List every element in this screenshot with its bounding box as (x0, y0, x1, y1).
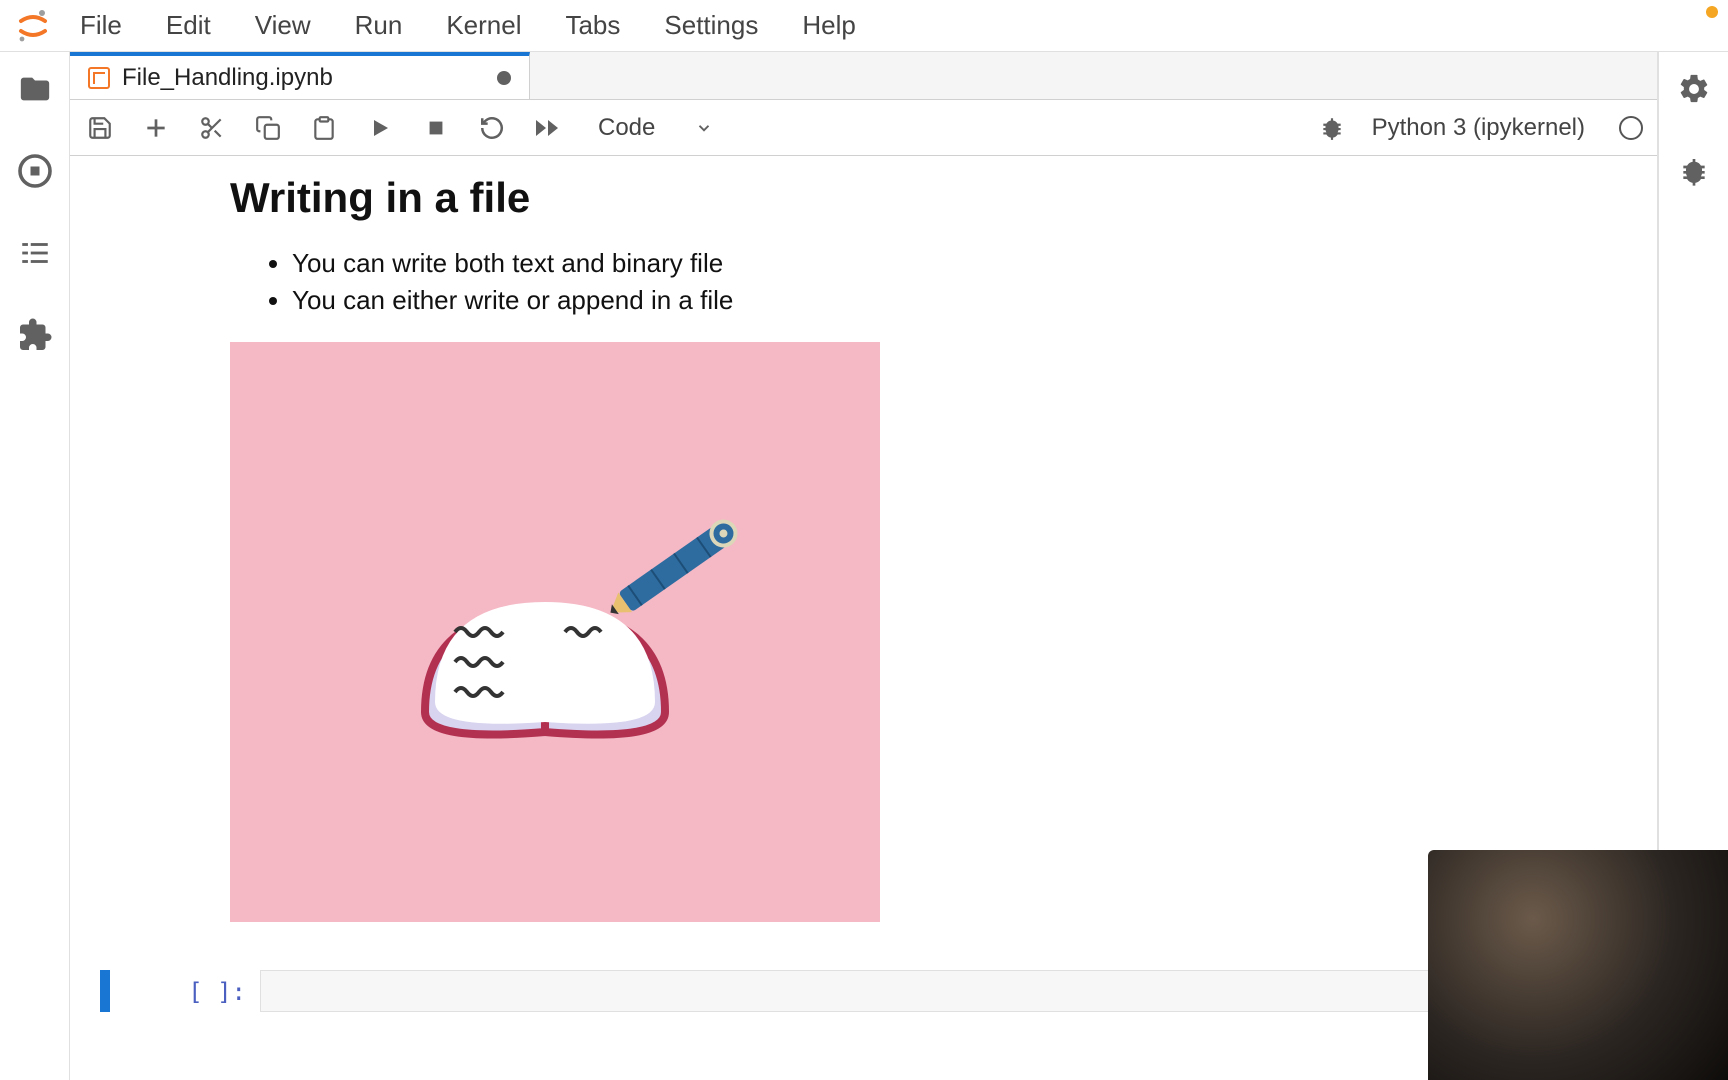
menu-settings[interactable]: Settings (642, 2, 780, 49)
menu-edit[interactable]: Edit (144, 2, 233, 49)
chevron-down-icon (695, 119, 713, 137)
cut-button[interactable] (196, 112, 228, 144)
kernel-name[interactable]: Python 3 (ipykernel) (1372, 114, 1585, 142)
run-all-button[interactable] (532, 112, 564, 144)
toc-icon[interactable] (16, 234, 54, 272)
cell-prompt: [ ]: (150, 970, 260, 1012)
list-item: You can either write or append in a file (292, 285, 1657, 316)
tab-bar: File_Handling.ipynb (70, 52, 1657, 100)
jupyter-logo[interactable] (8, 9, 58, 43)
left-sidebar (0, 52, 70, 1080)
gear-icon[interactable] (1675, 70, 1713, 108)
cell-type-label: Code (598, 114, 655, 142)
markdown-image (230, 342, 880, 922)
tab-file-handling[interactable]: File_Handling.ipynb (70, 52, 530, 99)
status-dot-icon (1706, 6, 1718, 18)
list-item: You can write both text and binary file (292, 248, 1657, 279)
menu-run[interactable]: Run (333, 2, 425, 49)
unsaved-dot-icon (497, 71, 511, 85)
folder-icon[interactable] (16, 70, 54, 108)
extensions-icon[interactable] (16, 316, 54, 354)
menu-kernel[interactable]: Kernel (424, 2, 543, 49)
run-button[interactable] (364, 112, 396, 144)
markdown-cell[interactable]: Writing in a file You can write both tex… (70, 174, 1657, 942)
kernel-status-icon[interactable] (1619, 116, 1643, 140)
code-input[interactable] (260, 970, 1627, 1012)
main-panel: File_Handling.ipynb (70, 52, 1658, 1080)
add-cell-button[interactable] (140, 112, 172, 144)
paste-button[interactable] (308, 112, 340, 144)
stop-button[interactable] (420, 112, 452, 144)
menu-tabs[interactable]: Tabs (543, 2, 642, 49)
menu-file[interactable]: File (58, 2, 144, 49)
bug-icon[interactable] (1316, 112, 1348, 144)
running-icon[interactable] (16, 152, 54, 190)
code-cell[interactable]: [ ]: (70, 970, 1657, 1012)
menubar: File Edit View Run Kernel Tabs Settings … (0, 0, 1728, 52)
cell-selection-marker (100, 970, 110, 1012)
notebook-content: Writing in a file You can write both tex… (70, 156, 1657, 1080)
webcam-overlay (1428, 850, 1728, 1080)
restart-button[interactable] (476, 112, 508, 144)
cell-type-select[interactable]: Code (598, 114, 713, 142)
debug-icon[interactable] (1675, 152, 1713, 190)
tab-title: File_Handling.ipynb (122, 64, 333, 92)
markdown-list: You can write both text and binary file … (230, 248, 1657, 316)
menu-view[interactable]: View (233, 2, 333, 49)
markdown-heading: Writing in a file (230, 174, 1657, 222)
notebook-toolbar: Code Python 3 (ipykernel) (70, 100, 1657, 156)
copy-button[interactable] (252, 112, 284, 144)
menu-help[interactable]: Help (780, 2, 877, 49)
notebook-icon (88, 67, 110, 89)
save-button[interactable] (84, 112, 116, 144)
